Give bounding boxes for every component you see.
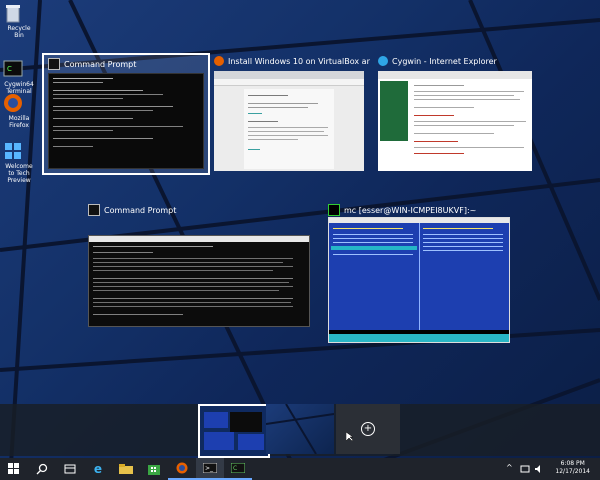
task-view-button[interactable] [56, 458, 84, 480]
window-thumb-mc[interactable]: mc [esser@WIN-ICMPEI8UKVF]:~ [324, 201, 510, 343]
firefox-icon [4, 92, 30, 114]
window-title-bar: Cygwin - Internet Explorer [378, 56, 497, 66]
clock[interactable]: 6:08 PM 12/17/2014 [555, 460, 590, 476]
desktop-thumb-1[interactable] [198, 404, 270, 458]
speaker-icon[interactable] [534, 464, 544, 474]
window-title-bar: Command Prompt [48, 58, 136, 70]
ie-icon [378, 56, 388, 66]
file-explorer-icon [119, 464, 133, 474]
svg-text:C: C [7, 65, 12, 73]
desktop-icon-label: Recycle Bin [7, 25, 31, 39]
tray-chevron-icon[interactable]: ^ [506, 463, 513, 472]
start-icon [8, 463, 19, 474]
mc-terminal-icon [328, 204, 340, 216]
desktop-thumb-2[interactable] [266, 404, 334, 454]
desktop-icon-label: Mozilla Firefox [8, 115, 30, 129]
window-title: mc [esser@WIN-ICMPEI8UKVF]:~ [344, 205, 477, 215]
search-button[interactable] [28, 458, 56, 480]
desktop-icon-cygwin[interactable]: C Cygwin64 Terminal [2, 58, 36, 95]
window-title: Install Windows 10 on VirtualBox and It.… [228, 56, 370, 66]
firefox-preview [214, 71, 364, 171]
window-thumb-command-prompt-1[interactable]: Command Prompt [42, 53, 210, 175]
cmd-icon: >_ [203, 463, 217, 473]
window-title-bar: Command Prompt [88, 204, 176, 216]
taskbar-store[interactable] [140, 458, 168, 480]
task-view-icon [64, 464, 76, 474]
cmd-preview [48, 73, 204, 169]
window-thumb-internet-explorer[interactable]: Cygwin - Internet Explorer [374, 53, 534, 171]
clock-date: 12/17/2014 [555, 468, 590, 475]
new-desktop-button[interactable]: + [336, 404, 400, 454]
desktop-icon-firefox[interactable]: Mozilla Firefox [2, 92, 36, 129]
plus-circle-icon: + [361, 422, 375, 436]
store-icon [148, 465, 160, 475]
desktop-icon-recycle-bin[interactable]: Recycle Bin [2, 2, 36, 39]
window-title: Cygwin - Internet Explorer [392, 56, 497, 66]
desktop-icon-label: Welcome to Tech Preview [5, 163, 33, 184]
recycle-bin-icon [6, 2, 30, 24]
taskbar-file-explorer[interactable] [112, 458, 140, 480]
window-thumb-firefox[interactable]: Install Windows 10 on VirtualBox and It.… [210, 53, 370, 171]
cmd-icon [48, 58, 60, 70]
ie-preview [378, 71, 532, 171]
taskbar: e >_ C ^ 6:08 PM 12/17/2014 [0, 458, 600, 480]
window-title: Command Prompt [64, 59, 137, 69]
firefox-icon [176, 462, 188, 474]
window-thumb-command-prompt-2[interactable]: Command Prompt [84, 201, 310, 327]
taskbar-cmd[interactable]: >_ [196, 458, 224, 480]
firefox-icon [214, 56, 224, 66]
mc-terminal-icon: C [231, 463, 245, 473]
ie-icon: e [93, 462, 103, 476]
network-icon[interactable] [520, 464, 530, 474]
svg-text:>_: >_ [205, 465, 214, 472]
desktop-icon-tech-preview[interactable]: Welcome to Tech Preview [2, 140, 36, 184]
mouse-cursor-icon [346, 432, 354, 442]
window-title: Command Prompt [104, 205, 177, 215]
svg-text:C: C [233, 465, 237, 472]
clock-time: 6:08 PM [560, 460, 585, 467]
window-title-bar: Install Windows 10 on VirtualBox and It.… [214, 56, 370, 66]
cygwin-icon: C [3, 58, 30, 80]
start-button[interactable] [0, 458, 28, 480]
mc-preview [328, 217, 510, 343]
cmd-preview-2 [88, 235, 310, 327]
window-title-bar: mc [esser@WIN-ICMPEI8UKVF]:~ [328, 204, 476, 216]
cmd-icon [88, 204, 100, 216]
search-icon [36, 463, 48, 475]
taskbar-mc-terminal[interactable]: C [224, 458, 252, 480]
taskbar-firefox[interactable] [168, 458, 196, 480]
taskbar-ie[interactable]: e [84, 458, 112, 480]
windows-icon [5, 140, 30, 162]
